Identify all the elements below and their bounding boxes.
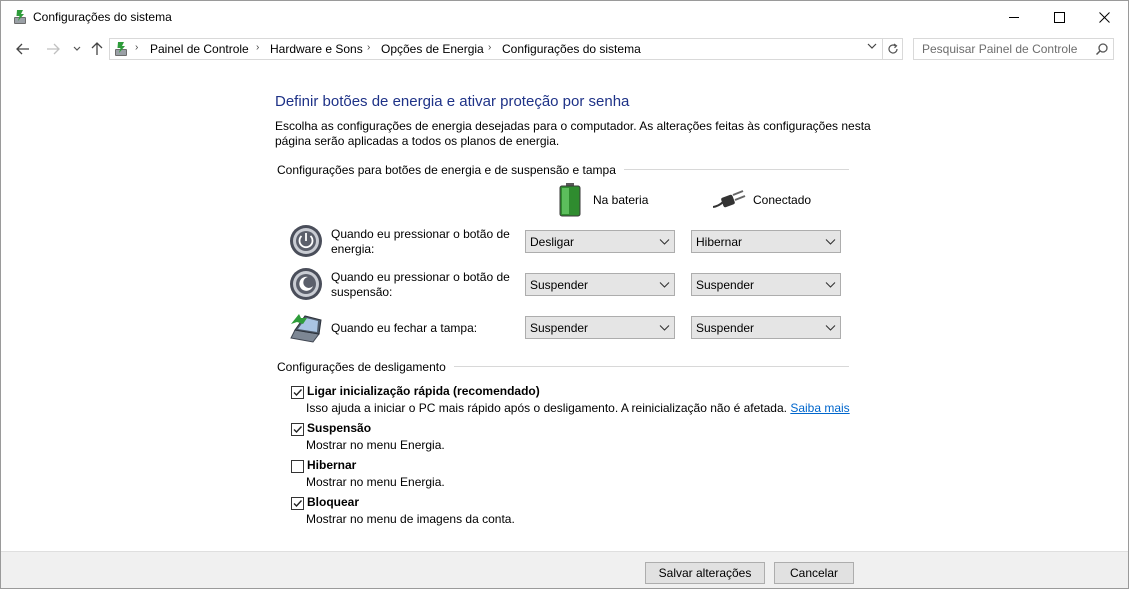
hibernate-checkbox[interactable] (291, 460, 304, 473)
breadcrumb-painel-de-controle[interactable]: Painel de Controle (150, 42, 249, 56)
lid-close-plugged-select[interactable]: Suspender (691, 316, 841, 339)
search-input[interactable] (914, 39, 1094, 59)
checkmark-icon (293, 389, 303, 397)
power-button-plugged-select[interactable]: Hibernar (691, 230, 841, 253)
column-header-battery: Na bateria (593, 193, 649, 207)
shutdown-group-title: Configurações de desligamento (277, 360, 454, 374)
checkmark-icon (293, 500, 303, 508)
window-title: Configurações do sistema (33, 10, 172, 24)
title-bar: Configurações do sistema (1, 1, 1128, 33)
page-intro: Escolha as configurações de energia dese… (275, 119, 871, 148)
refresh-icon (887, 43, 898, 54)
chevron-down-icon (825, 325, 836, 331)
chevron-down-icon (825, 282, 836, 288)
chevron-down-icon (825, 239, 836, 245)
fast-startup-checkbox[interactable] (291, 386, 304, 399)
refresh-button[interactable] (883, 38, 903, 60)
cancel-button[interactable]: Cancelar (774, 562, 854, 584)
window: Configurações do sistema › Painel de Con… (0, 0, 1129, 589)
close-button[interactable] (1081, 1, 1127, 33)
search-icon[interactable] (1095, 42, 1109, 56)
arrow-up-icon (91, 42, 103, 55)
sleep-button-battery-select[interactable]: Suspender (525, 273, 675, 296)
sleep-button-icon (290, 268, 322, 300)
power-buttons-group-title: Configurações para botões de energia e d… (277, 163, 624, 177)
close-icon (1098, 11, 1110, 23)
power-button-icon (290, 225, 322, 257)
breadcrumb-separator: › (367, 42, 371, 53)
main-content: Definir botões de energia e ativar prote… (1, 64, 1128, 551)
fast-startup-description: Isso ajuda a iniciar o PC mais rápido ap… (306, 401, 850, 415)
chevron-down-icon (73, 46, 81, 51)
column-header-plugged: Conectado (753, 193, 812, 207)
arrow-left-icon (16, 43, 29, 55)
up-button[interactable] (87, 40, 107, 58)
maximize-button[interactable] (1036, 1, 1082, 33)
footer-bar: Salvar alterações Cancelar (1, 551, 1128, 588)
sleep-button-plugged-select[interactable]: Suspender (691, 273, 841, 296)
control-panel-icon (115, 42, 127, 56)
recent-locations-button[interactable] (67, 40, 87, 58)
search-box[interactable] (913, 38, 1114, 60)
hibernate-description: Mostrar no menu Energia. (306, 475, 445, 489)
chevron-down-icon (659, 325, 670, 331)
minimize-button[interactable] (991, 1, 1037, 33)
power-button-battery-select[interactable]: Desligar (525, 230, 675, 253)
power-options-icon (14, 10, 26, 24)
power-button-label: Quando eu pressionar o botão de energia: (331, 227, 510, 256)
laptop-lid-icon (290, 314, 322, 343)
minimize-icon (1008, 16, 1019, 18)
back-button[interactable] (13, 40, 33, 58)
lid-close-label: Quando eu fechar a tampa: (331, 321, 478, 335)
page-title: Definir botões de energia e ativar prote… (275, 93, 630, 110)
lock-description: Mostrar no menu de imagens da conta. (306, 512, 515, 526)
breadcrumb-hardware-e-sons[interactable]: Hardware e Sons (270, 42, 363, 56)
breadcrumb-separator: › (256, 42, 260, 53)
lock-checkbox[interactable] (291, 497, 304, 510)
maximize-icon (1053, 11, 1065, 23)
battery-icon (559, 183, 581, 217)
breadcrumb-opcoes-de-energia[interactable]: Opções de Energia (381, 42, 484, 56)
address-bar[interactable]: › Painel de Controle › Hardware e Sons ›… (109, 38, 883, 60)
forward-button[interactable] (43, 40, 63, 58)
sleep-description: Mostrar no menu Energia. (306, 438, 445, 452)
navigation-bar: › Painel de Controle › Hardware e Sons ›… (1, 34, 1128, 64)
hibernate-label[interactable]: Hibernar (307, 458, 356, 472)
power-plug-icon (713, 190, 746, 208)
chevron-down-icon (659, 239, 670, 245)
address-dropdown-button[interactable] (867, 42, 877, 53)
chevron-down-icon (659, 282, 670, 288)
arrow-right-icon (47, 43, 60, 55)
sleep-checkbox[interactable] (291, 423, 304, 436)
learn-more-link[interactable]: Saiba mais (790, 401, 849, 415)
checkmark-icon (293, 426, 303, 434)
breadcrumb-separator: › (488, 42, 492, 53)
lid-close-battery-select[interactable]: Suspender (525, 316, 675, 339)
save-changes-button[interactable]: Salvar alterações (645, 562, 765, 584)
lock-label[interactable]: Bloquear (307, 495, 359, 509)
breadcrumb-separator: › (135, 42, 139, 53)
sleep-button-label: Quando eu pressionar o botão de suspensã… (331, 270, 510, 299)
breadcrumb-configuracoes-do-sistema[interactable]: Configurações do sistema (502, 42, 641, 56)
fast-startup-label[interactable]: Ligar inicialização rápida (recomendado) (307, 384, 540, 398)
chevron-down-icon (867, 43, 877, 49)
sleep-label[interactable]: Suspensão (307, 421, 371, 435)
